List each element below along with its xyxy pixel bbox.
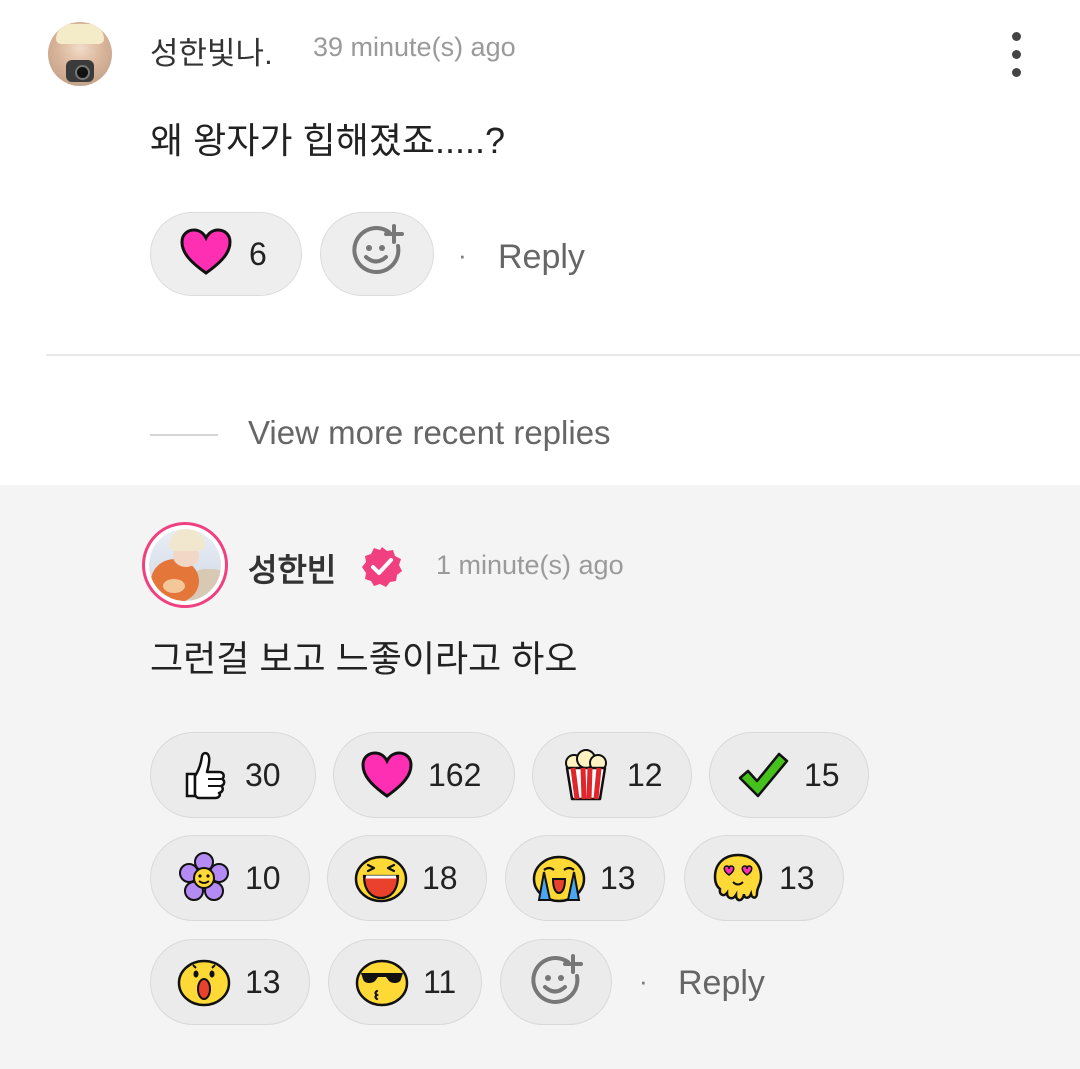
reply-button[interactable]: Reply	[498, 238, 585, 277]
reply-timestamp: 1 minute(s) ago	[436, 550, 624, 580]
more-options-icon[interactable]	[1000, 30, 1032, 80]
heart-icon	[179, 227, 233, 282]
add-emoji-icon	[528, 954, 584, 1010]
thumbs-up-icon	[177, 748, 231, 802]
reaction-surprised[interactable]: 13	[150, 939, 310, 1025]
like-count: 6	[249, 235, 267, 272]
avatar[interactable]	[142, 522, 228, 608]
crying-face-icon	[532, 851, 586, 905]
reaction-count: 30	[245, 756, 281, 793]
divider	[46, 354, 1080, 356]
heart-eyes-melting-icon	[711, 851, 765, 905]
add-emoji-icon	[349, 223, 405, 285]
add-reaction-button[interactable]	[500, 939, 612, 1025]
laughing-face-icon	[354, 851, 408, 905]
heart-icon	[360, 748, 414, 802]
reaction-thumbs-up[interactable]: 30	[150, 732, 316, 818]
reaction-count: 13	[779, 859, 815, 896]
reaction-popcorn[interactable]: 12	[532, 732, 692, 818]
add-reaction-button[interactable]	[320, 212, 434, 296]
separator-dot: ·	[639, 966, 648, 996]
sunglasses-kiss-icon	[355, 955, 409, 1009]
reply-author[interactable]: 성한빈	[248, 545, 336, 591]
comment-timestamp: 39 minute(s) ago	[313, 32, 516, 62]
reaction-count: 18	[422, 859, 458, 896]
reaction-flower[interactable]: 10	[150, 835, 310, 921]
flower-icon	[177, 851, 231, 905]
checkmark-icon	[736, 748, 790, 802]
separator-dot: ·	[458, 240, 467, 270]
view-more-line	[150, 434, 218, 436]
surprised-face-icon	[177, 955, 231, 1009]
like-reaction-button[interactable]: 6	[150, 212, 302, 296]
reaction-sunglasses-kiss[interactable]: 11	[328, 939, 482, 1025]
reply-button[interactable]: Reply	[678, 964, 765, 1003]
popcorn-icon	[559, 748, 613, 802]
reaction-crying[interactable]: 13	[505, 835, 665, 921]
reaction-count: 12	[627, 756, 663, 793]
reply-text: 그런걸 보고 느좋이라고 하오	[150, 638, 578, 679]
reaction-count: 162	[428, 756, 482, 793]
reaction-laughing[interactable]: 18	[327, 835, 487, 921]
reaction-count: 11	[423, 963, 457, 1000]
reaction-checkmark[interactable]: 15	[709, 732, 869, 818]
reaction-count: 10	[245, 859, 281, 896]
avatar[interactable]	[48, 22, 112, 86]
reaction-count: 15	[804, 756, 840, 793]
verified-badge-icon	[360, 545, 404, 589]
view-more-replies-link[interactable]: View more recent replies	[248, 414, 611, 452]
reaction-heart[interactable]: 162	[333, 732, 515, 818]
reaction-heart-eyes[interactable]: 13	[684, 835, 844, 921]
reaction-count: 13	[245, 963, 281, 1000]
reaction-count: 13	[600, 859, 636, 896]
comment-text: 왜 왕자가 힙해졌죠.....?	[150, 120, 505, 161]
comment-author[interactable]: 성한빛나.	[150, 28, 273, 73]
